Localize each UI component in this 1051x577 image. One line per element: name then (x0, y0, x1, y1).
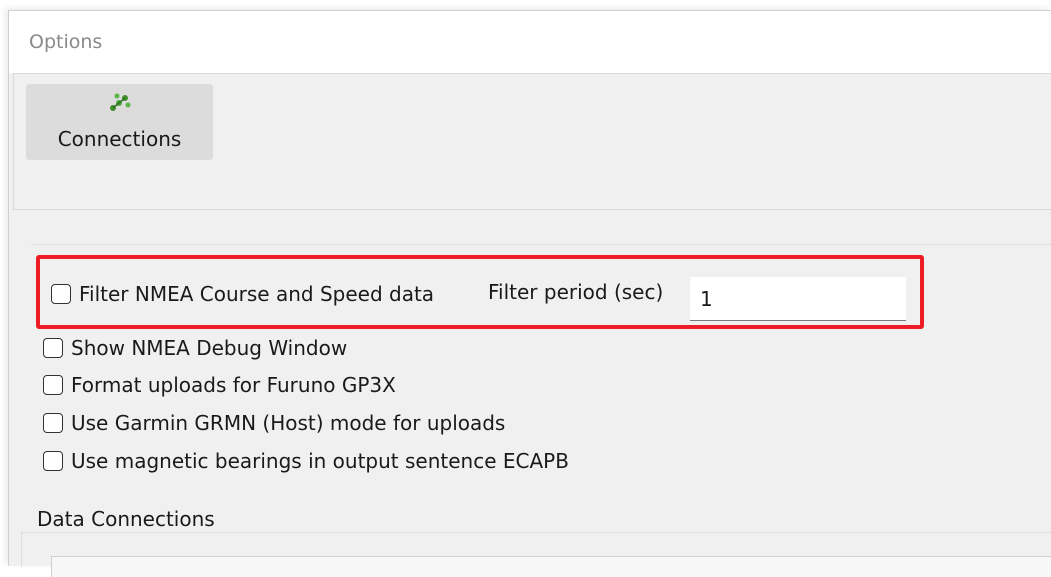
show-debug-checkbox[interactable] (43, 338, 63, 358)
filter-nmea-row: Filter NMEA Course and Speed data (51, 279, 434, 309)
garmin-host-row: Use Garmin GRMN (Host) mode for uploads (43, 408, 505, 438)
format-furuno-checkbox[interactable] (43, 375, 63, 395)
window-title: Options (29, 31, 103, 53)
options-toolbar: Connections (13, 73, 1051, 210)
magnetic-bearings-label: Use magnetic bearings in output sentence… (71, 449, 569, 473)
garmin-host-label: Use Garmin GRMN (Host) mode for uploads (71, 411, 506, 435)
filter-nmea-label: Filter NMEA Course and Speed data (79, 282, 435, 306)
show-debug-row: Show NMEA Debug Window (43, 333, 347, 363)
filter-period-label: Filter period (sec) (488, 280, 664, 304)
format-furuno-row: Format uploads for Furuno GP3X (43, 370, 396, 400)
magnetic-bearings-checkbox[interactable] (43, 451, 63, 471)
title-bar: Options (9, 11, 1051, 73)
show-debug-label: Show NMEA Debug Window (71, 336, 348, 360)
connections-label: Connections (57, 127, 182, 151)
options-window: Options Connections Filter NMEA Course a… (8, 10, 1051, 577)
filter-period-input[interactable]: 1 (690, 277, 906, 321)
connections-icon (110, 93, 131, 111)
connections-button[interactable]: Connections (26, 84, 213, 160)
data-connections-label: Data Connections (31, 507, 221, 531)
filter-nmea-checkbox[interactable] (51, 284, 71, 304)
data-connections-list[interactable] (51, 556, 1051, 577)
options-group-border (31, 244, 1051, 245)
garmin-host-checkbox[interactable] (43, 413, 63, 433)
magnetic-bearings-row: Use magnetic bearings in output sentence… (43, 446, 569, 476)
format-furuno-label: Format uploads for Furuno GP3X (71, 373, 396, 397)
filter-period-value: 1 (700, 286, 713, 311)
